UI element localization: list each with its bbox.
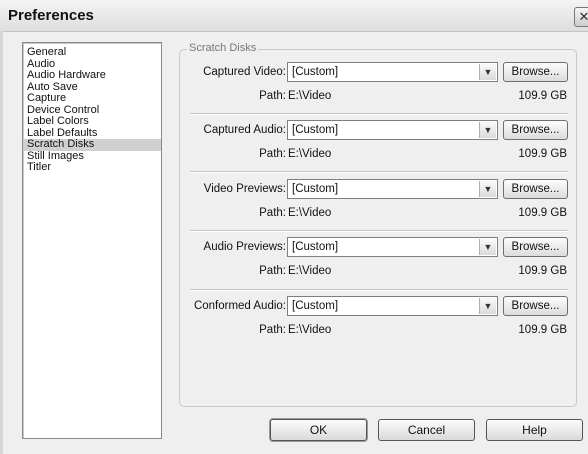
audio-previews-select[interactable]: [Custom] ▼: [287, 237, 498, 257]
select-value: [Custom]: [292, 241, 339, 253]
path-label: Path:: [259, 324, 286, 336]
captured-audio-select[interactable]: [Custom] ▼: [287, 120, 498, 140]
captured-audio-browse-button[interactable]: Browse...: [503, 120, 568, 140]
chevron-down-icon[interactable]: ▼: [479, 181, 496, 197]
chevron-down-icon[interactable]: ▼: [479, 298, 496, 314]
audio-previews-row: Audio Previews: [Custom] ▼ Browse... Pat…: [0, 237, 588, 277]
category-item-general[interactable]: General: [23, 46, 161, 59]
captured-video-label: Captured Video:: [203, 66, 286, 78]
path-value: E:\Video: [288, 148, 332, 160]
divider: [190, 230, 568, 232]
select-value: [Custom]: [292, 66, 339, 78]
divider: [190, 171, 568, 173]
title-bar[interactable]: Preferences ✕: [0, 0, 588, 32]
chevron-down-icon[interactable]: ▼: [479, 64, 496, 80]
chevron-down-icon[interactable]: ▼: [479, 239, 496, 255]
captured-video-row: Captured Video: [Custom] ▼ Browse... Pat…: [0, 62, 588, 102]
video-previews-select[interactable]: [Custom] ▼: [287, 179, 498, 199]
conformed-audio-row: Conformed Audio: [Custom] ▼ Browse... Pa…: [0, 296, 588, 336]
chevron-down-icon[interactable]: ▼: [479, 122, 496, 138]
window-title: Preferences: [8, 7, 94, 24]
ok-button[interactable]: OK: [270, 419, 367, 441]
path-label: Path:: [259, 265, 286, 277]
conformed-audio-select[interactable]: [Custom] ▼: [287, 296, 498, 316]
video-previews-browse-button[interactable]: Browse...: [503, 179, 568, 199]
path-value: E:\Video: [288, 265, 332, 277]
divider: [190, 289, 568, 291]
group-title: Scratch Disks: [187, 42, 259, 54]
captured-video-select[interactable]: [Custom] ▼: [287, 62, 498, 82]
select-value: [Custom]: [292, 183, 339, 195]
divider: [190, 113, 568, 115]
select-value: [Custom]: [292, 300, 339, 312]
category-item-titler[interactable]: Titler: [23, 161, 161, 174]
close-icon[interactable]: ✕: [574, 7, 588, 27]
video-previews-row: Video Previews: [Custom] ▼ Browse... Pat…: [0, 179, 588, 219]
path-value: E:\Video: [288, 324, 332, 336]
disk-free-size: 109.9 GB: [518, 324, 567, 336]
conformed-audio-label: Conformed Audio:: [193, 300, 286, 312]
path-value: E:\Video: [288, 90, 332, 102]
disk-free-size: 109.9 GB: [518, 148, 567, 160]
path-label: Path:: [259, 90, 286, 102]
audio-previews-browse-button[interactable]: Browse...: [503, 237, 568, 257]
select-value: [Custom]: [292, 124, 339, 136]
captured-audio-row: Captured Audio: [Custom] ▼ Browse... Pat…: [0, 120, 588, 160]
disk-free-size: 109.9 GB: [518, 207, 567, 219]
path-label: Path:: [259, 207, 286, 219]
cancel-button[interactable]: Cancel: [378, 419, 475, 441]
video-previews-label: Video Previews:: [203, 183, 286, 195]
path-label: Path:: [259, 148, 286, 160]
audio-previews-label: Audio Previews:: [203, 241, 286, 253]
disk-free-size: 109.9 GB: [518, 265, 567, 277]
captured-audio-label: Captured Audio:: [203, 124, 286, 136]
disk-free-size: 109.9 GB: [518, 90, 567, 102]
conformed-audio-browse-button[interactable]: Browse...: [503, 296, 568, 316]
captured-video-browse-button[interactable]: Browse...: [503, 62, 568, 82]
help-button[interactable]: Help: [486, 419, 583, 441]
path-value: E:\Video: [288, 207, 332, 219]
preferences-window: Preferences ✕ General Audio Audio Hardwa…: [0, 0, 588, 454]
